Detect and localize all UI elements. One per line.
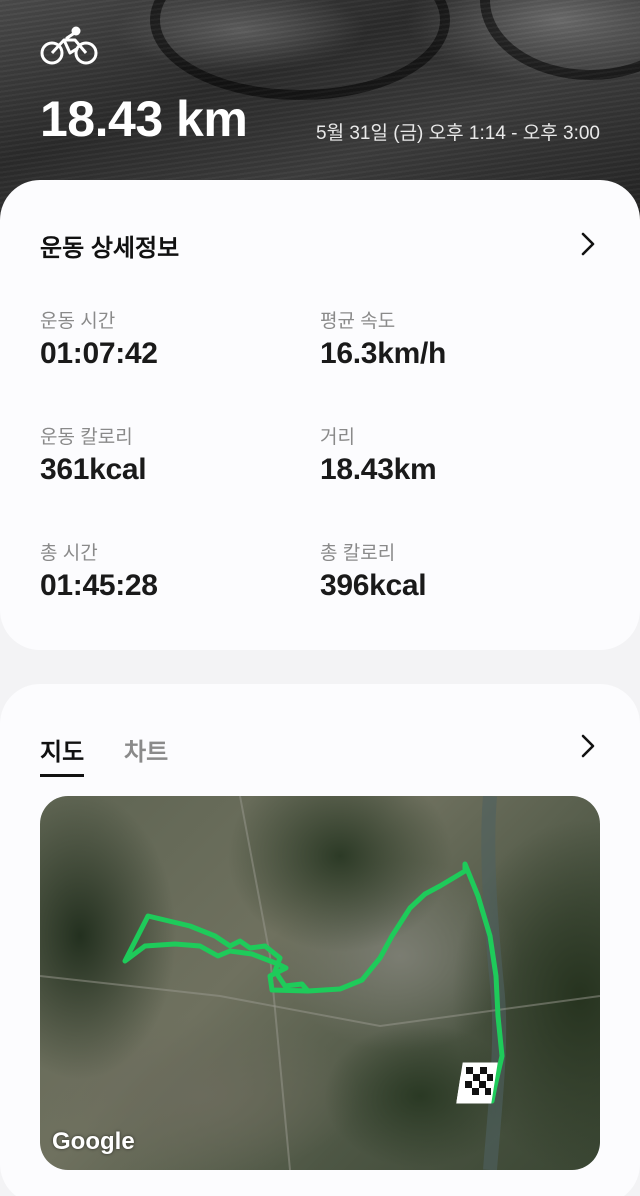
stat-label-exercise-calories: 운동 칼로리: [40, 427, 133, 448]
tab-chart[interactable]: 차트: [124, 732, 168, 767]
route-map[interactable]: Google: [40, 796, 600, 1170]
stat-value-exercise-calories: 361kcal: [40, 453, 147, 486]
stat-label-total-calories: 총 칼로리: [320, 543, 396, 564]
stat-label-distance: 거리: [320, 427, 355, 448]
route-overlay: [40, 796, 600, 1170]
workout-datetime: 5월 31일 (금) 오후 1:14 - 오후 3:00: [316, 123, 600, 144]
header-background-decoration: [480, 0, 640, 80]
stat-value-exercise-time: 01:07:42: [40, 337, 158, 370]
stat-label-average-speed: 평균 속도: [320, 311, 396, 332]
tab-map[interactable]: 지도: [40, 732, 85, 777]
bicycle-icon: [40, 26, 98, 65]
road-line: [40, 975, 600, 1028]
checkered-flag-icon: [456, 1062, 498, 1104]
stat-value-total-calories: 396kcal: [320, 569, 427, 602]
details-title: 운동 상세정보: [40, 235, 180, 262]
map-card: 지도 차트 Google: [0, 684, 640, 1196]
route-path: [122, 861, 505, 1104]
chevron-right-icon[interactable]: [580, 734, 596, 758]
header-background-decoration: [150, 0, 450, 100]
workout-details-card[interactable]: 운동 상세정보 운동 시간 01:07:42 평균 속도 16.3km/h 운동…: [0, 180, 640, 650]
stat-value-distance: 18.43km: [320, 453, 437, 486]
total-distance: 18.43 km: [40, 91, 248, 147]
stat-label-exercise-time: 운동 시간: [40, 311, 116, 332]
stat-value-total-time: 01:45:28: [40, 569, 158, 602]
google-attribution: Google: [52, 1128, 135, 1155]
chevron-right-icon[interactable]: [580, 232, 596, 256]
stat-value-average-speed: 16.3km/h: [320, 337, 447, 370]
stat-label-total-time: 총 시간: [40, 543, 98, 564]
